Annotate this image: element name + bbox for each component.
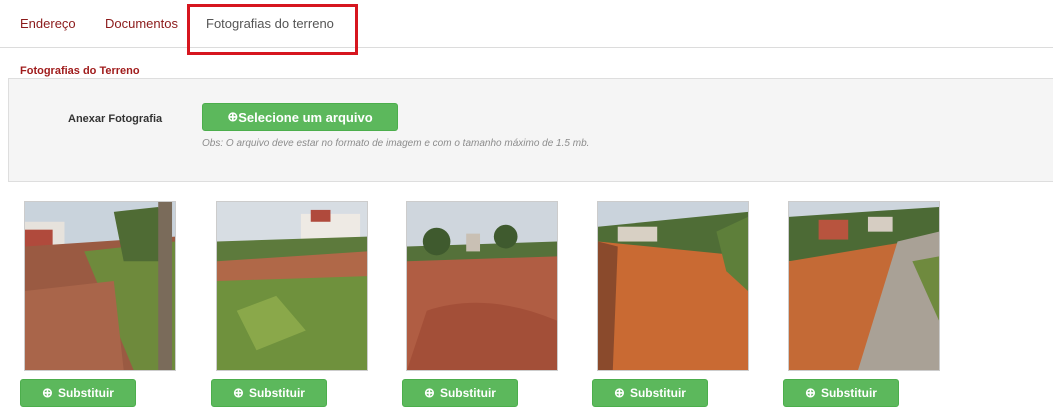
replace-label-2: Substituir: [248, 386, 305, 400]
refresh-icon: ⊕: [424, 385, 435, 400]
replace-label-1: Substituir: [57, 386, 114, 400]
terrain-photo-1: [24, 201, 176, 371]
replace-button-5[interactable]: ⊕ Substituir: [783, 379, 899, 407]
terrain-photo-4-image: [598, 202, 748, 370]
section-legend: Fotografias do Terreno: [18, 65, 142, 77]
replace-label-3: Substituir: [439, 386, 496, 400]
select-file-button[interactable]: ⊕ Selecione um arquivo: [202, 103, 398, 131]
terrain-photo-1-image: [25, 202, 175, 370]
select-file-label: Selecione um arquivo: [238, 109, 373, 125]
refresh-icon: ⊕: [805, 385, 816, 400]
upload-fieldset: [8, 78, 1053, 182]
replace-button-2[interactable]: ⊕ Substituir: [211, 379, 327, 407]
refresh-icon: ⊕: [42, 385, 53, 400]
replace-label-5: Substituir: [820, 386, 877, 400]
terrain-photo-3-image: [407, 202, 557, 370]
refresh-icon: ⊕: [233, 385, 244, 400]
active-tab-highlight: [187, 4, 358, 55]
replace-button-1[interactable]: ⊕ Substituir: [20, 379, 136, 407]
upload-icon: ⊕: [227, 109, 239, 124]
tab-endereco[interactable]: Endereço: [20, 16, 76, 31]
tab-documentos[interactable]: Documentos: [105, 16, 178, 31]
terrain-photo-3: [406, 201, 558, 371]
replace-label-4: Substituir: [629, 386, 686, 400]
replace-button-3[interactable]: ⊕ Substituir: [402, 379, 518, 407]
file-hint: Obs: O arquivo deve estar no formato de …: [202, 138, 590, 149]
tab-bar: Endereço Documentos Fotografias do terre…: [0, 0, 1053, 48]
replace-button-4[interactable]: ⊕ Substituir: [592, 379, 708, 407]
attach-photo-label: Anexar Fotografia: [68, 113, 163, 125]
refresh-icon: ⊕: [614, 385, 625, 400]
terrain-photo-2-image: [217, 202, 367, 370]
terrain-photo-2: [216, 201, 368, 371]
terrain-photo-5-image: [789, 202, 939, 370]
terrain-photo-5: [788, 201, 940, 371]
terrain-photo-4: [597, 201, 749, 371]
